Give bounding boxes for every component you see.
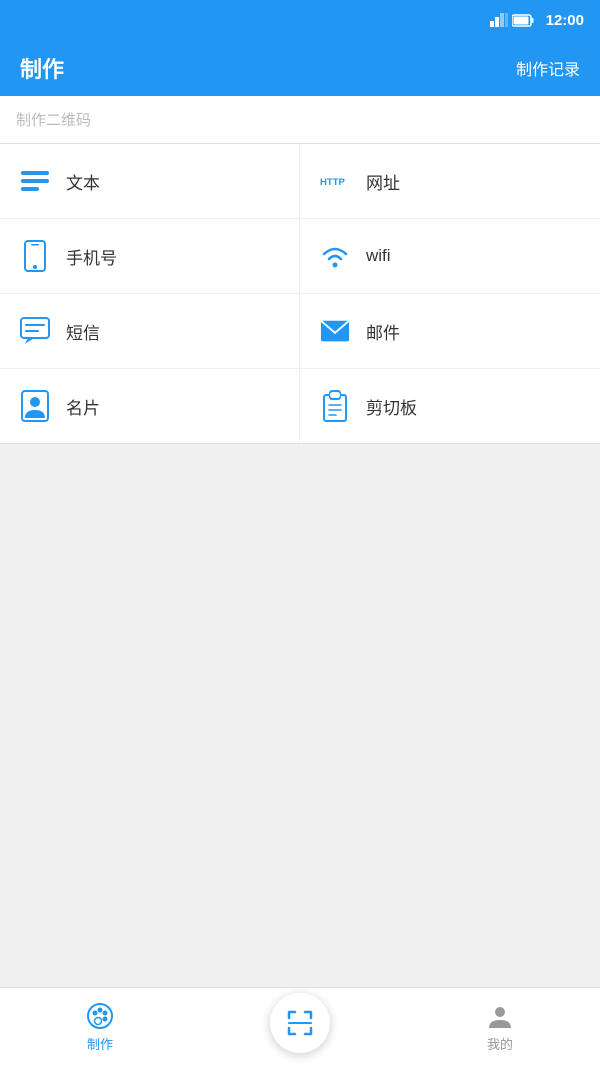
url-label: 网址 (366, 169, 400, 194)
grid-item-phone[interactable]: 手机号 (0, 219, 300, 294)
grid-item-vcard[interactable]: 名片 (0, 369, 300, 443)
search-bar[interactable]: 制作二维码 (0, 96, 600, 144)
phone-icon (20, 241, 50, 271)
grid-item-wifi[interactable]: wifi (300, 219, 600, 294)
http-icon: HTTP (320, 166, 350, 196)
sms-icon (20, 316, 50, 346)
grid-item-sms[interactable]: 短信 (0, 294, 300, 369)
status-time: 12:00 (546, 12, 584, 29)
status-bar: 12:00 (0, 0, 600, 40)
palette-icon (86, 1002, 114, 1030)
clipboard-label: 剪切板 (366, 394, 417, 419)
grid-menu: 文本 HTTP 网址 手机号 (0, 144, 600, 444)
grid-item-text[interactable]: 文本 (0, 144, 300, 219)
phone-label: 手机号 (66, 244, 117, 269)
search-placeholder: 制作二维码 (16, 109, 91, 130)
sms-label: 短信 (66, 319, 100, 344)
nav-mine-label: 我的 (487, 1034, 513, 1053)
vcard-label: 名片 (66, 394, 100, 419)
bottom-nav: 制作 我的 (0, 987, 600, 1067)
svg-text:HTTP: HTTP (320, 177, 346, 188)
text-label: 文本 (66, 169, 100, 194)
scan-icon (285, 1008, 315, 1038)
grid-item-url[interactable]: HTTP 网址 (300, 144, 600, 219)
clipboard-icon (320, 391, 350, 421)
content-area (0, 444, 600, 987)
battery-icon (512, 14, 534, 27)
nav-item-mine[interactable]: 我的 (400, 1002, 600, 1053)
scan-button[interactable] (270, 993, 330, 1053)
wifi-label: wifi (366, 246, 391, 266)
status-icons (490, 13, 534, 27)
signal-icon (490, 13, 508, 27)
history-button[interactable]: 制作记录 (516, 56, 580, 80)
vcard-icon (20, 391, 50, 421)
nav-item-scan[interactable] (200, 993, 400, 1063)
top-bar: 制作 制作记录 (0, 40, 600, 96)
email-label: 邮件 (366, 319, 400, 344)
app-title: 制作 (20, 52, 64, 84)
grid-item-email[interactable]: 邮件 (300, 294, 600, 369)
email-icon (320, 316, 350, 346)
nav-create-label: 制作 (87, 1034, 113, 1053)
person-icon (486, 1002, 514, 1030)
wifi-icon (320, 241, 350, 271)
text-icon (20, 166, 50, 196)
nav-item-create[interactable]: 制作 (0, 1002, 200, 1053)
grid-item-clipboard[interactable]: 剪切板 (300, 369, 600, 443)
